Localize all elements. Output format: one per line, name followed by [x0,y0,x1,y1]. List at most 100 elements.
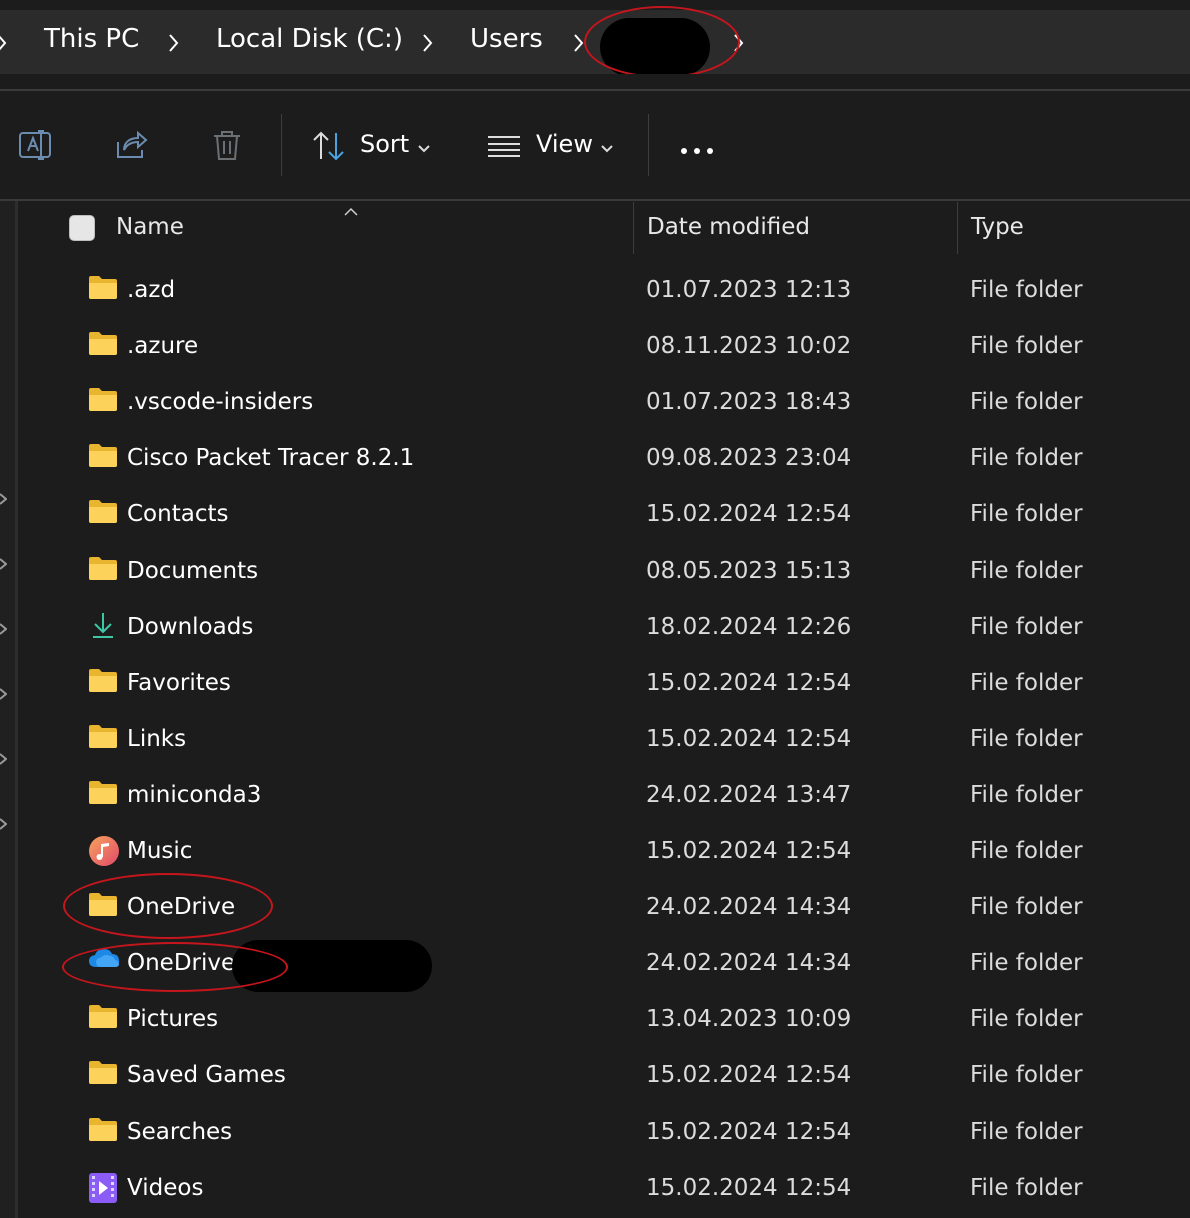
folder-icon [88,274,118,302]
date-modified: 08.11.2023 10:02 [646,333,852,360]
expand-chevron-icon[interactable] [0,490,8,505]
file-row[interactable]: Links 15.02.2024 12:54 File folder [20,713,1190,769]
date-modified: 15.02.2024 12:54 [646,725,852,752]
file-row[interactable]: Pictures 13.04.2023 10:09 File folder [20,993,1190,1049]
file-type: File folder [970,333,1083,360]
folder-icon [88,779,118,807]
column-header-name[interactable]: Name [116,214,184,240]
chevron-right-icon[interactable] [0,33,8,53]
file-type: File folder [970,501,1083,528]
file-type: File folder [970,950,1083,977]
more-icon[interactable] [679,141,715,160]
chevron-right-icon[interactable] [733,33,745,53]
date-modified: 15.02.2024 12:54 [646,838,852,864]
sort-icon [312,131,346,165]
date-modified: 15.02.2024 12:54 [646,1062,852,1089]
date-modified: 24.02.2024 13:47 [646,781,852,808]
download-icon [88,611,118,639]
file-name: Documents [127,557,259,584]
column-divider[interactable] [957,202,958,254]
file-row[interactable]: .azure 08.11.2023 10:02 File folder [20,320,1190,376]
sort-ascending-icon [344,201,358,220]
file-row[interactable]: miniconda3 24.02.2024 13:47 File folder [20,769,1190,825]
breadcrumb-local-disk[interactable]: Local Disk (C:) [216,24,403,54]
date-modified: 08.05.2023 15:13 [646,557,852,584]
file-type: File folder [970,781,1083,808]
date-modified: 24.02.2024 14:34 [646,950,852,977]
file-name: Cisco Packet Tracer 8.2.1 [127,445,415,472]
file-name: Favorites [127,669,231,696]
file-row[interactable]: Videos 15.02.2024 12:54 File folder [20,1162,1190,1218]
folder-icon [88,1116,118,1144]
file-name: Saved Games [127,1062,286,1089]
redacted-account-name [232,940,432,992]
file-row[interactable]: Favorites 15.02.2024 12:54 File folder [20,657,1190,713]
rename-icon[interactable] [18,128,52,166]
file-row[interactable]: .vscode-insiders 01.07.2023 18:43 File fol… [20,376,1190,432]
file-type: File folder [970,557,1083,584]
file-row[interactable]: Cisco Packet Tracer 8.2.1 09.08.2023 23:0… [20,432,1190,488]
toolbar-divider [648,114,649,176]
file-row[interactable]: .azd 01.07.2023 12:13 File folder [20,264,1190,320]
breadcrumb-users[interactable]: Users [470,24,543,54]
column-divider[interactable] [633,202,634,254]
file-row[interactable]: OneDrive 24.02.2024 14:34 File folder [20,937,1190,993]
redacted-username [600,18,710,76]
file-type: File folder [970,389,1083,416]
file-row[interactable]: Documents 08.05.2023 15:13 File folder [20,545,1190,601]
date-modified: 13.04.2023 10:09 [646,1006,852,1033]
file-type: File folder [970,613,1083,640]
divider [0,199,1190,201]
folder-icon [88,891,118,919]
file-name: .vscode-insiders [127,389,314,416]
file-type: File folder [970,1062,1083,1089]
folder-icon [88,1003,118,1031]
file-row[interactable]: Downloads 18.02.2024 12:26 File folder [20,601,1190,657]
expand-chevron-icon[interactable] [0,555,8,570]
expand-chevron-icon[interactable] [0,620,8,635]
file-type: File folder [970,445,1083,472]
expand-chevron-icon[interactable] [0,815,8,830]
videos-icon [88,1172,118,1203]
navigation-pane[interactable] [0,201,15,1218]
sort-label: Sort [360,130,410,158]
file-row[interactable]: OneDrive 24.02.2024 14:34 File folder [20,881,1190,937]
column-header-type[interactable]: Type [971,214,1024,240]
file-row[interactable]: Searches 15.02.2024 12:54 File folder [20,1106,1190,1162]
onedrive-cloud-icon [88,947,119,975]
select-all-checkbox[interactable] [69,215,95,241]
chevron-right-icon[interactable] [422,33,434,53]
chevron-right-icon[interactable] [168,33,180,53]
file-type: File folder [970,838,1083,864]
file-row[interactable]: Saved Games 15.02.2024 12:54 File folder [20,1049,1190,1105]
view-label: View [536,130,593,158]
folder-icon [88,498,118,526]
file-row[interactable]: Music 15.02.2024 12:54 File folder [20,825,1190,881]
address-bar[interactable]: This PC Local Disk (C:) Users [0,10,1190,74]
pane-splitter[interactable] [15,201,18,1218]
file-name: Searches [127,1118,233,1145]
file-type: File folder [970,725,1083,752]
folder-icon [88,555,118,583]
file-row[interactable]: Contacts 15.02.2024 12:54 File folder [20,488,1190,544]
chevron-right-icon[interactable] [573,33,585,53]
file-name: Videos [127,1174,204,1201]
file-type: File folder [970,277,1083,303]
date-modified: 09.08.2023 23:04 [646,445,852,472]
column-header-date[interactable]: Date modified [647,214,810,240]
folder-icon [88,1059,118,1087]
file-type: File folder [970,1174,1083,1201]
breadcrumb-this-pc[interactable]: This PC [44,24,139,54]
share-icon[interactable] [114,128,148,166]
expand-chevron-icon[interactable] [0,685,8,700]
file-name: OneDrive [127,950,236,977]
file-name: Downloads [127,613,254,640]
folder-icon [88,723,118,751]
chevron-down-icon [600,139,614,158]
expand-chevron-icon[interactable] [0,750,8,765]
date-modified: 15.02.2024 12:54 [646,501,852,528]
file-type: File folder [970,1006,1083,1033]
delete-icon[interactable] [210,128,244,166]
date-modified: 18.02.2024 12:26 [646,613,852,640]
folder-icon [88,330,118,358]
